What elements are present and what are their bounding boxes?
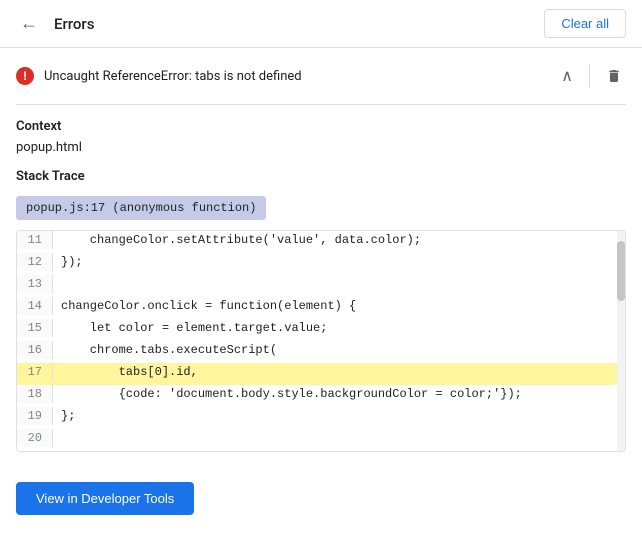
code-line: 19}; — [17, 407, 625, 429]
context-file: popup.html — [16, 140, 626, 155]
chevron-up-icon: ∧ — [561, 66, 573, 86]
line-number: 14 — [17, 297, 53, 315]
line-content: let color = element.target.value; — [53, 319, 625, 337]
code-line: 20 — [17, 429, 625, 451]
trash-icon — [606, 68, 622, 84]
line-number: 13 — [17, 275, 53, 293]
back-button[interactable]: ← — [16, 9, 42, 38]
error-item: ! Uncaught ReferenceError: tabs is not d… — [16, 48, 626, 105]
line-content: tabs[0].id, — [53, 363, 625, 381]
code-line: 12}); — [17, 253, 625, 275]
code-line: 11 changeColor.setAttribute('value', dat… — [17, 231, 625, 253]
context-label: Context — [16, 119, 626, 134]
clear-all-button[interactable]: Clear all — [544, 9, 626, 38]
line-number: 19 — [17, 407, 53, 425]
context-section: Context popup.html — [16, 119, 626, 155]
line-content: {code: 'document.body.style.backgroundCo… — [53, 385, 625, 403]
footer: View in Developer Tools — [0, 468, 642, 529]
error-message: Uncaught ReferenceError: tabs is not def… — [44, 69, 302, 84]
line-content: changeColor.onclick = function(element) … — [53, 297, 625, 315]
stack-trace-label: Stack Trace — [16, 169, 626, 184]
line-content — [53, 429, 625, 433]
line-content: chrome.tabs.executeScript( — [53, 341, 625, 359]
header: ← Errors Clear all — [0, 0, 642, 48]
dev-tools-button[interactable]: View in Developer Tools — [16, 482, 194, 515]
code-line: 14changeColor.onclick = function(element… — [17, 297, 625, 319]
vertical-divider — [589, 64, 590, 88]
code-line: 13 — [17, 275, 625, 297]
code-line: 18 {code: 'document.body.style.backgroun… — [17, 385, 625, 407]
code-line: 17 tabs[0].id, — [17, 363, 625, 385]
main-content: ! Uncaught ReferenceError: tabs is not d… — [0, 48, 642, 468]
error-controls: ∧ — [557, 62, 626, 90]
line-content: }; — [53, 407, 625, 425]
line-number: 11 — [17, 231, 53, 249]
line-content: }); — [53, 253, 625, 271]
code-lines-container[interactable]: 11 changeColor.setAttribute('value', dat… — [17, 231, 625, 451]
line-number: 15 — [17, 319, 53, 337]
line-number: 16 — [17, 341, 53, 359]
stack-trace-section: Stack Trace popup.js:17 (anonymous funct… — [16, 169, 626, 230]
code-block: 11 changeColor.setAttribute('value', dat… — [16, 230, 626, 452]
back-icon: ← — [20, 13, 38, 34]
collapse-button[interactable]: ∧ — [557, 62, 577, 90]
line-number: 18 — [17, 385, 53, 403]
line-content — [53, 275, 625, 279]
code-line: 16 chrome.tabs.executeScript( — [17, 341, 625, 363]
line-number: 12 — [17, 253, 53, 271]
page-title: Errors — [54, 15, 94, 33]
error-icon-label: ! — [23, 69, 26, 83]
header-left: ← Errors — [16, 9, 94, 38]
code-line: 15 let color = element.target.value; — [17, 319, 625, 341]
stack-trace-chip: popup.js:17 (anonymous function) — [16, 196, 266, 220]
scrollbar[interactable] — [617, 231, 625, 451]
line-number: 20 — [17, 429, 53, 447]
scrollbar-thumb — [617, 241, 625, 301]
delete-button[interactable] — [602, 64, 626, 88]
line-number: 17 — [17, 363, 53, 381]
error-icon: ! — [16, 67, 34, 85]
line-content: changeColor.setAttribute('value', data.c… — [53, 231, 625, 249]
error-left: ! Uncaught ReferenceError: tabs is not d… — [16, 67, 302, 85]
